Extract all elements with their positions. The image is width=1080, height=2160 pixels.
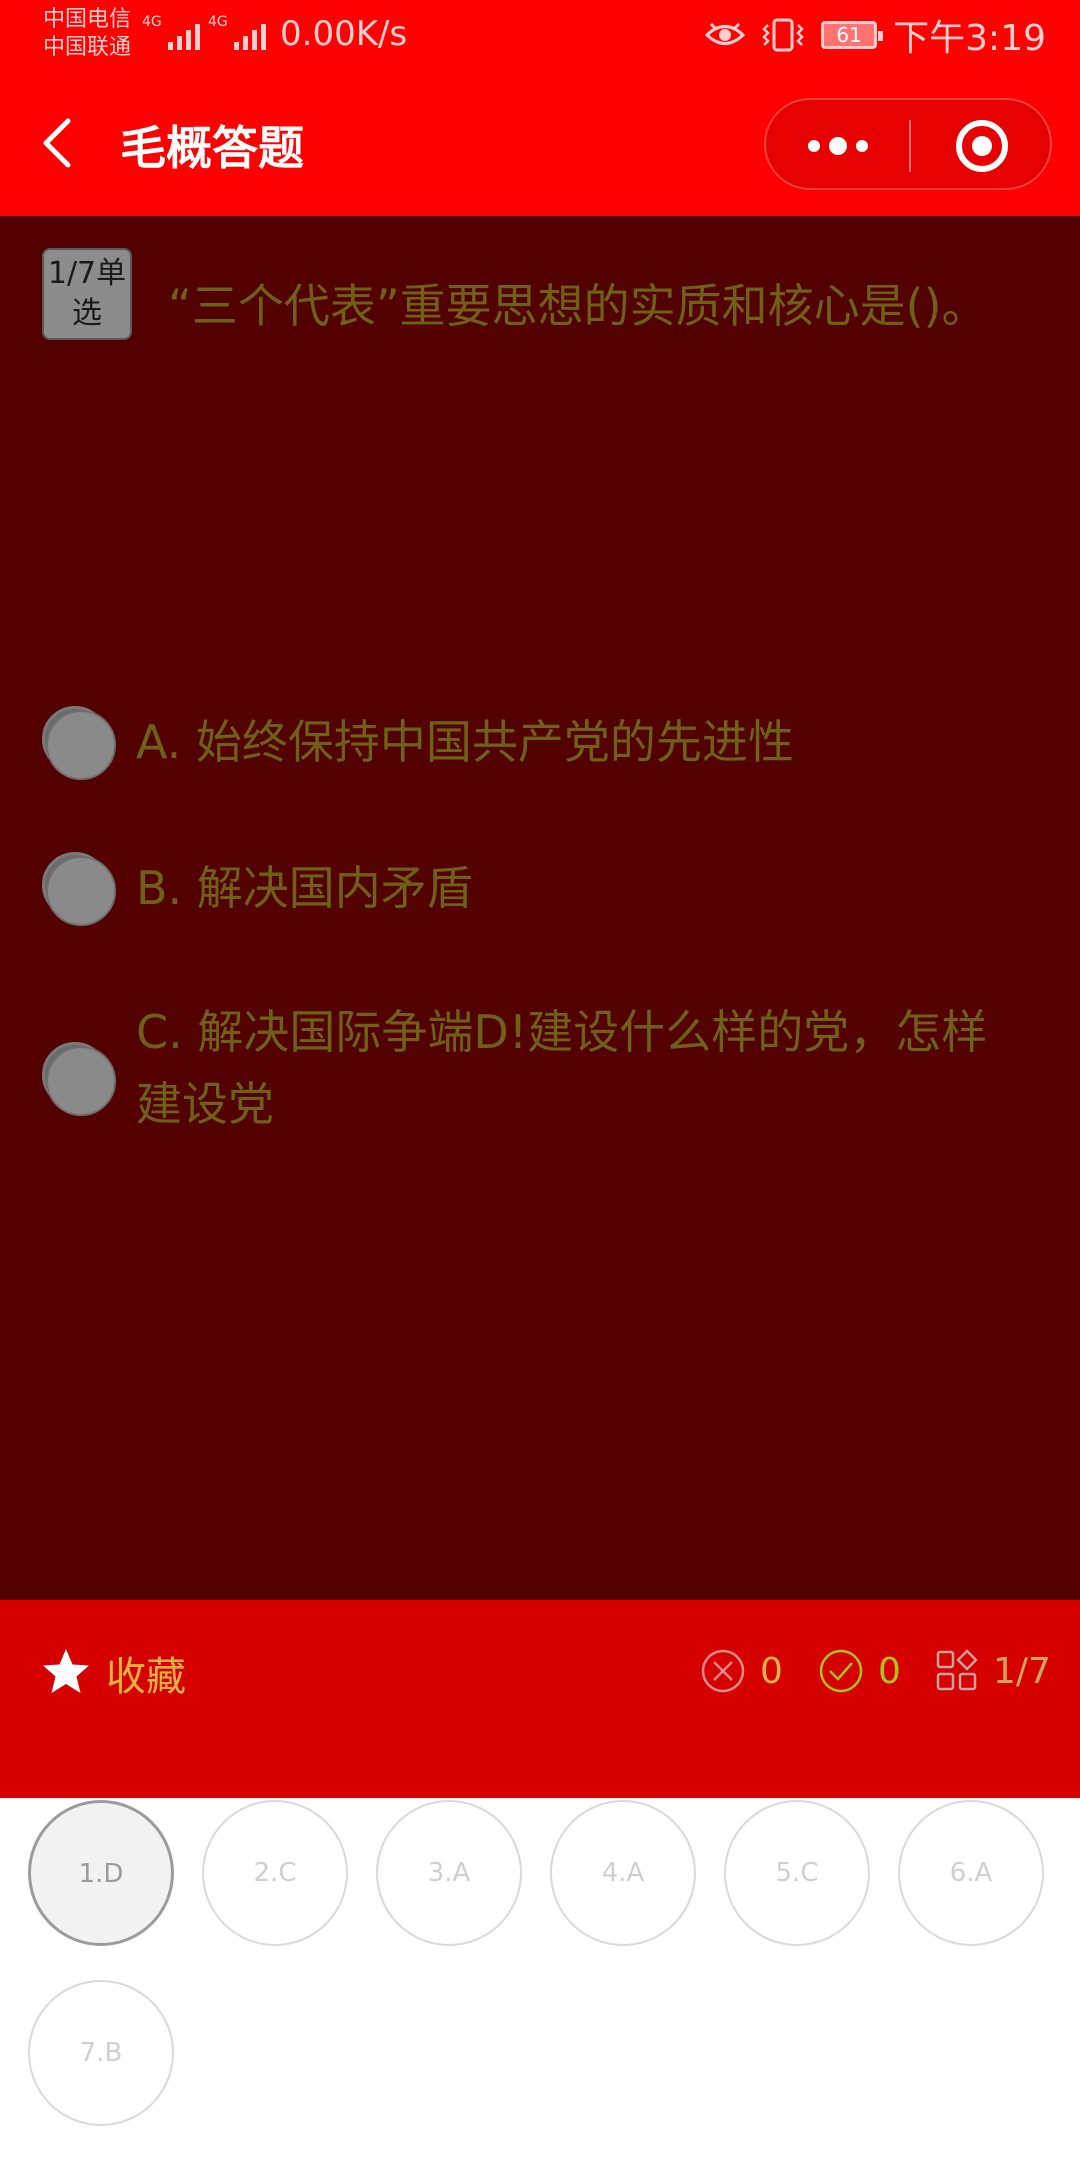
carrier-names: 中国电信 中国联通 bbox=[43, 6, 131, 62]
answer-item[interactable]: 6.A bbox=[898, 1800, 1044, 1946]
answer-item[interactable]: 2.C bbox=[202, 1800, 348, 1946]
star-icon[interactable] bbox=[40, 1646, 92, 1698]
question-type-badge: 1/7单选 bbox=[42, 248, 132, 340]
progress-value: 1/7 bbox=[993, 1650, 1051, 1692]
answer-item[interactable]: 1.D bbox=[28, 1800, 174, 1946]
wrong-count: 0 bbox=[700, 1646, 783, 1696]
grid-icon bbox=[936, 1649, 978, 1691]
signal-icon-2: 4G bbox=[208, 14, 266, 50]
signal-icon-1: 4G bbox=[142, 14, 200, 50]
radio-button[interactable] bbox=[42, 1042, 116, 1116]
answer-item[interactable]: 3.A bbox=[376, 1800, 522, 1946]
question-area: “三个代表”重要思想的实质和核心是()。 1/7单选 A. 始终保持中国共产党的… bbox=[0, 216, 1080, 1600]
net-speed: 0.00K/s bbox=[280, 14, 408, 54]
nav-bar: 毛概答题 bbox=[0, 70, 1080, 216]
answer-item[interactable]: 4.A bbox=[550, 1800, 696, 1946]
wrong-icon bbox=[701, 1649, 745, 1693]
radio-button[interactable] bbox=[42, 706, 116, 780]
check-icon bbox=[819, 1649, 863, 1693]
option-label: B. 解决国内矛盾 bbox=[136, 861, 473, 915]
network-type-1: 4G bbox=[142, 14, 162, 30]
option-label: C. 解决国际争端D!建设什么样的党，怎样建设党 bbox=[136, 1005, 988, 1131]
right-count: 0 bbox=[818, 1646, 901, 1696]
status-time: 下午3:19 bbox=[893, 18, 1046, 59]
miniprogram-capsule bbox=[764, 98, 1052, 190]
answer-item[interactable]: 7.B bbox=[28, 1980, 174, 2126]
network-type-2: 4G bbox=[208, 14, 228, 30]
carrier-1: 中国电信 bbox=[43, 7, 132, 32]
page-title: 毛概答题 bbox=[120, 121, 304, 175]
question-text: “三个代表”重要思想的实质和核心是()。 bbox=[168, 279, 988, 333]
answer-sheet: 1.D 2.C 3.A 4.A 5.C 6.A 7.B bbox=[0, 1798, 1080, 2160]
radio-button[interactable] bbox=[42, 852, 116, 926]
eye-comfort-icon bbox=[705, 22, 746, 45]
right-count-value: 0 bbox=[878, 1650, 901, 1692]
status-bar: 中国电信 中国联通 4G 4G 0.00K/s 61 下午3:19 bbox=[0, 0, 1080, 70]
more-dots-icon[interactable] bbox=[800, 122, 876, 170]
chevron-left-icon[interactable] bbox=[38, 115, 78, 171]
target-icon[interactable] bbox=[954, 118, 1010, 174]
carrier-2: 中国联通 bbox=[43, 35, 132, 60]
progress-indicator[interactable]: 1/7 bbox=[935, 1646, 1051, 1696]
capsule-divider bbox=[909, 120, 911, 172]
wrong-count-value: 0 bbox=[760, 1650, 783, 1692]
battery-indicator: 61 bbox=[821, 21, 884, 49]
answer-item[interactable]: 5.C bbox=[724, 1800, 870, 1946]
vibrate-icon bbox=[762, 18, 804, 52]
option-label: A. 始终保持中国共产党的先进性 bbox=[136, 715, 794, 769]
answer-toolbar: 收藏 0 0 1/7 bbox=[0, 1600, 1080, 1798]
favorite-button[interactable]: 收藏 bbox=[106, 1644, 186, 1702]
